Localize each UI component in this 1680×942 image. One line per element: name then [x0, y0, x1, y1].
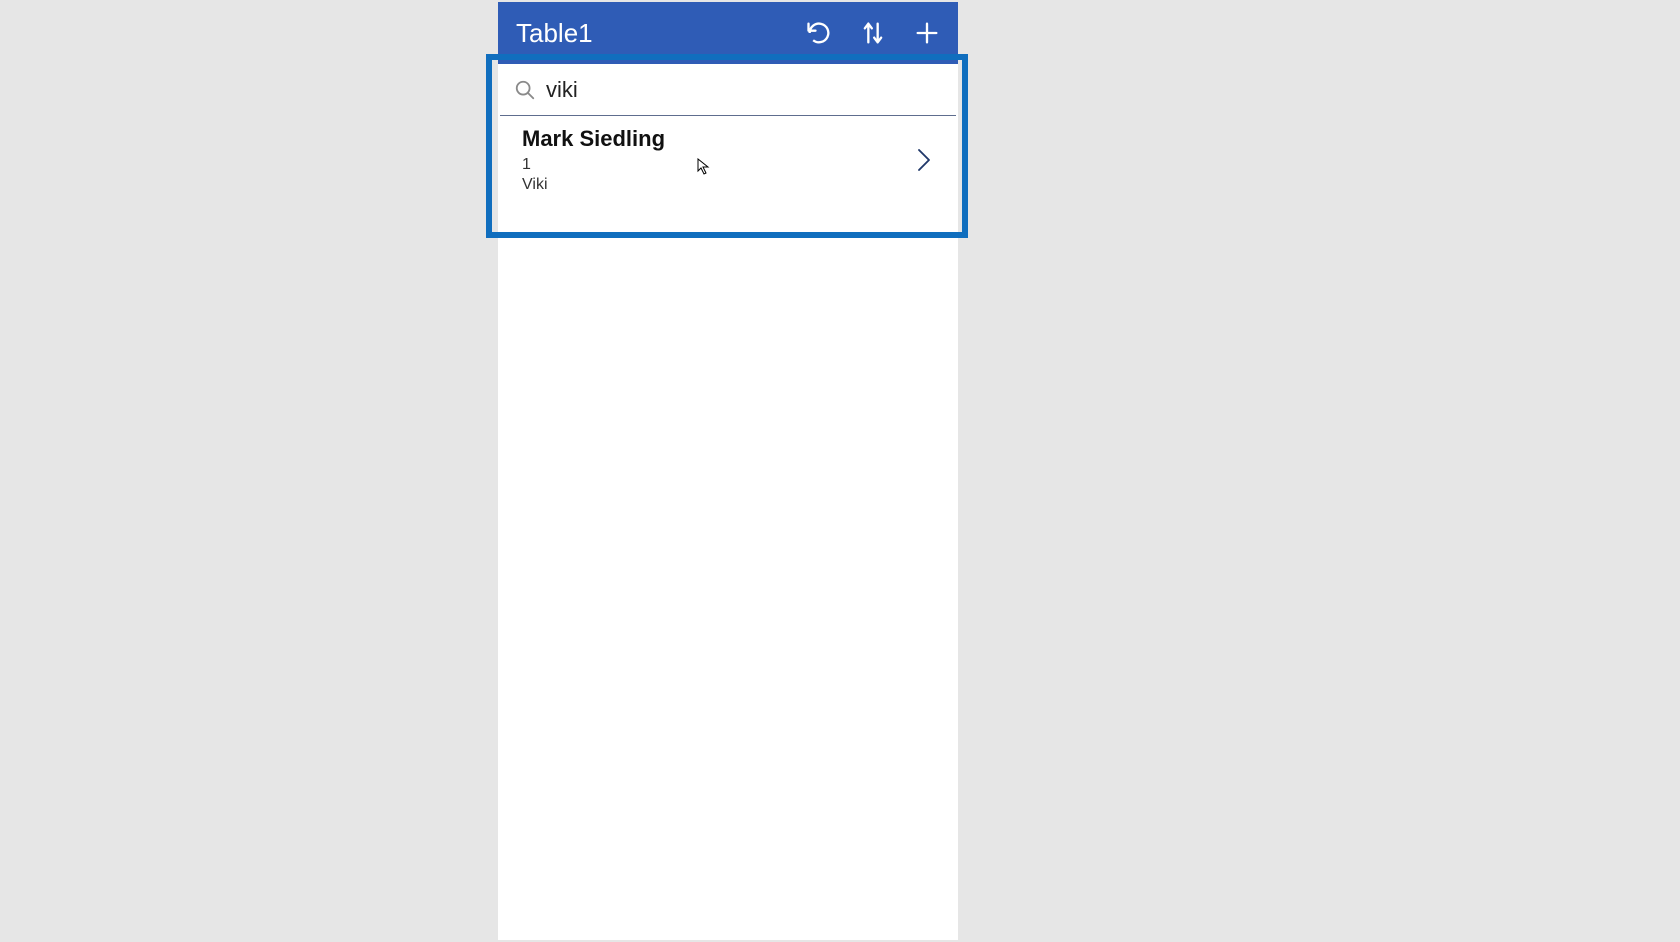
search-icon [510, 75, 540, 105]
list-item-line2: 1 [522, 156, 910, 174]
app-header: Table1 [498, 2, 958, 64]
screen-title: Table1 [516, 18, 804, 49]
chevron-right-icon[interactable] [910, 140, 938, 180]
result-list: Mark Siedling 1 Viki [498, 116, 958, 212]
list-item-title: Mark Siedling [522, 126, 910, 152]
search-bar[interactable] [500, 64, 956, 116]
refresh-icon[interactable] [804, 18, 834, 48]
list-item-text: Mark Siedling 1 Viki [522, 126, 910, 194]
list-item-line3: Viki [522, 176, 910, 194]
header-actions [804, 18, 946, 48]
sort-icon[interactable] [858, 18, 888, 48]
list-item[interactable]: Mark Siedling 1 Viki [498, 116, 958, 212]
search-input[interactable] [546, 77, 942, 103]
add-icon[interactable] [912, 18, 942, 48]
app-frame: Table1 Mark Siedling 1 Viki [498, 2, 958, 940]
